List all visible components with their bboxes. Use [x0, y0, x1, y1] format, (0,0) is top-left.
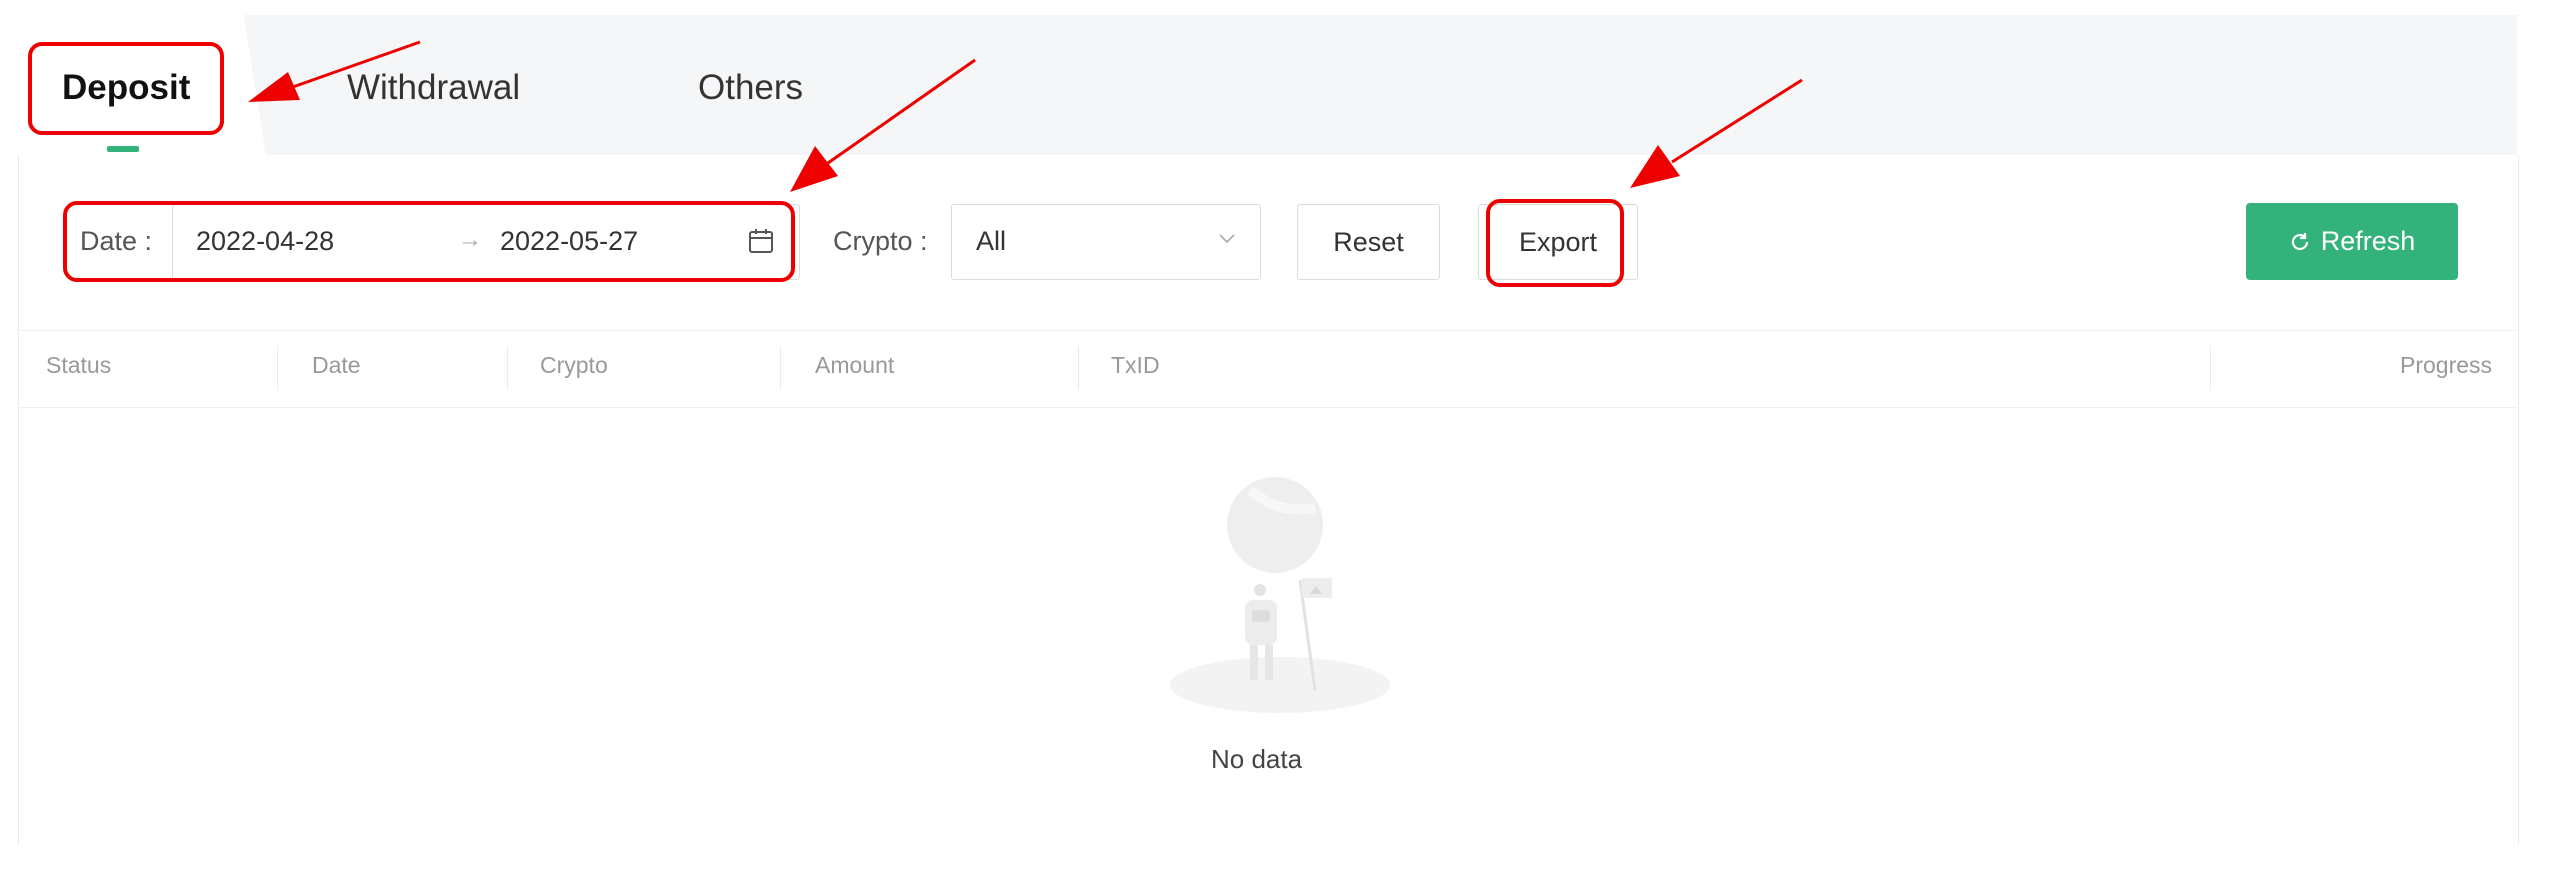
- tab-others[interactable]: Others: [698, 68, 803, 108]
- crypto-label: Crypto :: [833, 226, 928, 256]
- table-header: [18, 330, 2517, 408]
- crypto-select-value: All: [976, 226, 1007, 256]
- tab-withdrawal[interactable]: Withdrawal: [347, 68, 520, 108]
- refresh-button-label: Refresh: [2320, 226, 2416, 256]
- refresh-button[interactable]: Refresh: [2246, 203, 2458, 280]
- active-tab-indicator: [107, 146, 139, 152]
- chevron-down-icon: [1219, 234, 1235, 244]
- column-date: Date: [312, 352, 361, 378]
- highlight-date-range: [63, 201, 795, 282]
- column-txid: TxID: [1111, 352, 1160, 378]
- column-status: Status: [46, 352, 112, 378]
- column-amount: Amount: [815, 352, 895, 378]
- column-divider: [277, 346, 278, 390]
- column-crypto: Crypto: [540, 352, 608, 378]
- reset-button[interactable]: Reset: [1297, 204, 1440, 280]
- empty-state-message: No data: [1211, 744, 1303, 774]
- highlight-deposit-tab: [28, 42, 224, 135]
- refresh-icon: [2291, 232, 2308, 250]
- column-divider: [2210, 346, 2211, 390]
- column-divider: [507, 346, 508, 390]
- column-progress: Progress: [2400, 352, 2493, 378]
- highlight-export-button: [1486, 199, 1624, 287]
- column-divider: [780, 346, 781, 390]
- column-divider: [1078, 346, 1079, 390]
- empty-state-illustration: [1170, 477, 1390, 713]
